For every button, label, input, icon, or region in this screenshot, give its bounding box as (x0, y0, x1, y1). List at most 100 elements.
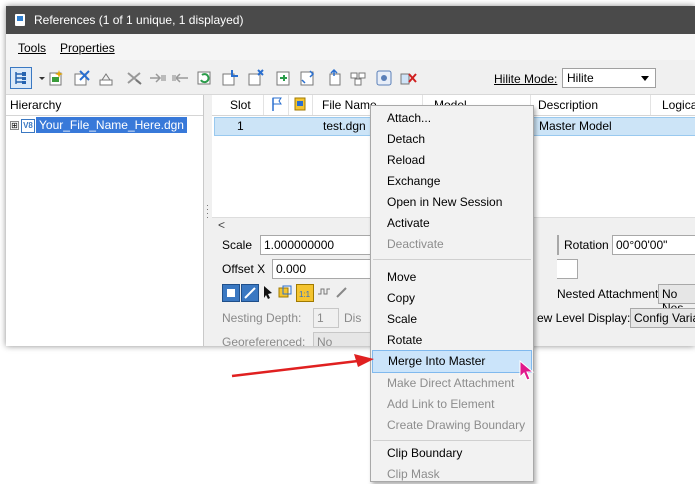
hierarchy-item-label: Your_File_Name_Here.dgn (36, 117, 187, 133)
menu-tools[interactable]: Tools (18, 41, 46, 55)
column-logical[interactable]: Logical (662, 98, 695, 112)
menu-item-copy-label: Copy (387, 291, 416, 305)
nesting-depth-label: Nesting Depth: (222, 311, 302, 325)
menu-item-exchange-label: Exchange (387, 174, 441, 188)
treat-as-element-icon[interactable] (277, 284, 293, 300)
menu-item-clip-mask: Clip Mask (371, 463, 533, 484)
menu-item-attach[interactable]: Attach... (371, 107, 533, 128)
attach-reference-icon[interactable] (46, 68, 66, 88)
copy-reference-icon[interactable] (246, 68, 266, 88)
rotate-reference-icon[interactable] (194, 68, 214, 88)
snap-toggle-icon[interactable] (241, 284, 259, 302)
menu-item-open-in-new-session-label: Open in New Session (387, 195, 503, 209)
clip-boundary-icon[interactable] (298, 68, 318, 88)
v8-file-icon: V8 (21, 119, 35, 133)
menu-bar: Tools Properties (6, 34, 695, 60)
scale-value: 1.000000000 (264, 238, 335, 252)
column-slot[interactable]: Slot (230, 98, 251, 112)
document-icon[interactable] (294, 97, 306, 111)
offset-x-label: Offset X (222, 262, 266, 276)
menu-tools-label: Tools (18, 41, 47, 55)
chevron-down-icon (641, 76, 649, 81)
scale-label: Scale (222, 238, 253, 252)
hierarchy-view-toggle-icon[interactable] (10, 67, 32, 89)
clip-front-icon[interactable] (348, 68, 368, 88)
exchange-reference-icon[interactable] (124, 68, 144, 88)
detach-all-icon[interactable] (398, 68, 418, 88)
annotation-arrow-icon (231, 354, 374, 378)
menu-item-exchange[interactable]: Exchange (371, 170, 533, 191)
menu-properties-label: Properties (60, 41, 115, 55)
levels-icon[interactable] (374, 68, 394, 88)
move-reference-icon[interactable] (148, 68, 168, 88)
rotation-label: Rotation (564, 238, 609, 252)
offset-x-input[interactable]: 0.000 (272, 259, 382, 279)
back-arrow-icon[interactable] (170, 68, 190, 88)
menu-item-clip-boundary-label: Clip Boundary (387, 446, 463, 460)
menu-item-clip-mask-label: Clip Mask (387, 467, 440, 481)
clip-mask-icon[interactable] (324, 68, 344, 88)
rotation-value: 00°00'00" (616, 238, 668, 252)
display-toggle-icon[interactable] (222, 284, 240, 302)
menu-item-add-link-to-element: Add Link to Element (371, 393, 533, 414)
cell-file-name: test.dgn (323, 119, 366, 133)
references-app-icon (15, 14, 25, 26)
references-window: References (1 of 1 unique, 1 displayed) … (6, 6, 695, 346)
locate-toggle-icon[interactable] (260, 284, 276, 300)
menu-item-reload-label: Reload (387, 153, 426, 167)
line-style-scale-icon[interactable] (316, 284, 332, 300)
svg-text:1:1: 1:1 (299, 290, 311, 299)
hilite-mode-value: Hilite (567, 71, 594, 85)
menu-item-scale-label: Scale (387, 312, 418, 326)
ignore-attachment-icon[interactable] (334, 284, 350, 300)
cell-slot: 1 (237, 119, 244, 133)
menu-item-activate-label: Activate (387, 216, 430, 230)
menu-item-make-direct-attachment: Make Direct Attachment (371, 372, 533, 393)
column-file-name[interactable]: File Name (322, 98, 377, 112)
scale-input-end (557, 235, 559, 255)
detach-reference-icon[interactable] (72, 68, 92, 88)
column-description[interactable]: Description (538, 98, 598, 112)
menu-item-create-drawing-boundary-label: Create Drawing Boundary (387, 418, 526, 432)
flag-icon[interactable] (270, 96, 284, 112)
offset-x-value: 0.000 (276, 262, 307, 276)
title-bar: References (1 of 1 unique, 1 displayed) (6, 6, 695, 34)
reference-context-menu: Attach... Detach Reload Exchange Open in… (370, 105, 534, 482)
hierarchy-header: Hierarchy (6, 95, 203, 116)
scroll-left-icon[interactable]: < (218, 218, 225, 232)
menu-item-attach-label: Attach... (387, 111, 432, 125)
nested-attachments-label: Nested Attachments: (557, 287, 668, 301)
rotation-input[interactable]: 00°00'00" (612, 235, 695, 255)
menu-item-merge-into-master-label: Merge Into Master (388, 354, 486, 368)
menu-item-move-label: Move (387, 270, 417, 284)
hilite-mode-select[interactable]: Hilite (562, 68, 656, 88)
scale-reference-icon[interactable] (220, 68, 240, 88)
new-level-display-select[interactable]: Config Varia (630, 308, 695, 328)
nested-attachments-select[interactable]: No Nes (658, 284, 695, 315)
menu-item-merge-into-master[interactable]: Merge Into Master (372, 350, 532, 373)
menu-item-activate[interactable]: Activate (371, 212, 533, 233)
dropdown-arrow-icon[interactable] (32, 68, 45, 88)
menu-item-open-in-new-session[interactable]: Open in New Session (371, 191, 533, 212)
menu-item-scale[interactable]: Scale (371, 308, 533, 329)
menu-item-deactivate-label: Deactivate (387, 237, 444, 251)
nesting-depth-value: 1 (317, 311, 324, 325)
scale-input[interactable]: 1.000000000 (260, 235, 382, 255)
menu-item-clip-boundary[interactable]: Clip Boundary (371, 442, 533, 463)
menu-item-move[interactable]: Move (371, 266, 533, 287)
hilite-mode-label: Hilite Mode: (494, 72, 557, 86)
true-scale-icon[interactable]: 1:1 (296, 284, 314, 302)
menu-item-copy[interactable]: Copy (371, 287, 533, 308)
menu-separator (373, 259, 531, 260)
mouse-cursor-icon (519, 360, 535, 381)
mirror-reference-icon[interactable] (274, 68, 294, 88)
expand-icon[interactable]: ⊞ (10, 121, 19, 130)
reload-reference-icon[interactable] (96, 68, 116, 88)
menu-item-rotate[interactable]: Rotate (371, 329, 533, 350)
menu-item-detach[interactable]: Detach (371, 128, 533, 149)
nesting-depth-input[interactable]: 1 (313, 308, 339, 328)
pane-splitter[interactable] (204, 95, 211, 346)
offset-y-input[interactable] (557, 259, 578, 279)
menu-properties[interactable]: Properties (60, 41, 115, 55)
menu-item-reload[interactable]: Reload (371, 149, 533, 170)
